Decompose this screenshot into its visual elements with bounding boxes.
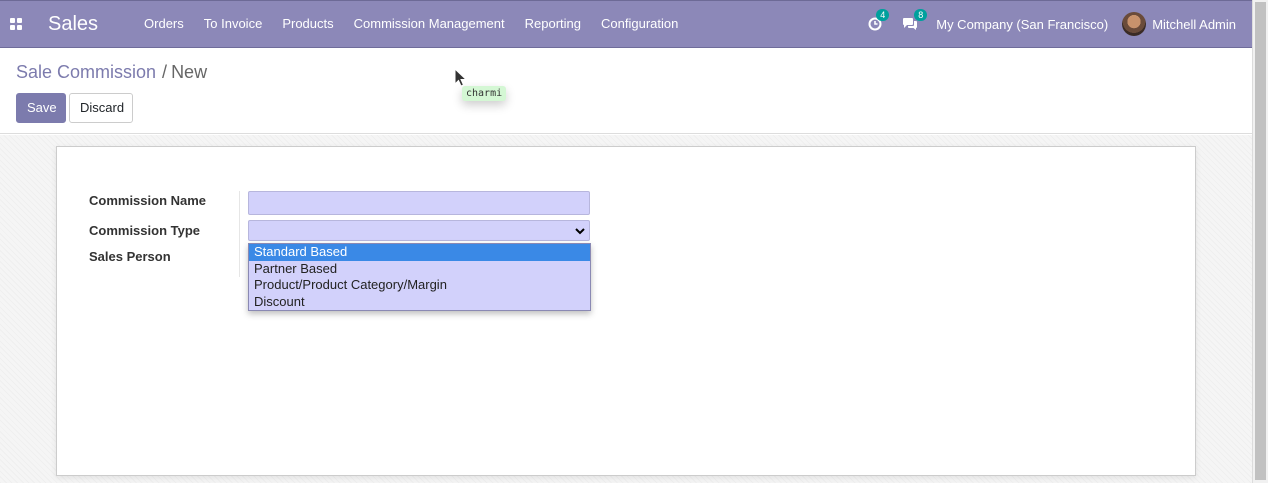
activity-count-badge: 4 [876, 9, 890, 21]
avatar [1122, 12, 1147, 36]
breadcrumb: Sale Commission / New [16, 62, 207, 83]
menu-to-invoice[interactable]: To Invoice [194, 1, 273, 47]
commission-type-dropdown: Standard Based Partner Based Product/Pro… [248, 243, 591, 311]
menu-products[interactable]: Products [272, 1, 343, 47]
breadcrumb-current: New [171, 62, 208, 82]
commission-name-input[interactable] [248, 191, 590, 215]
systray: 4 8 My Company (San Francisco) Mitchell … [858, 1, 1252, 47]
company-switcher[interactable]: My Company (San Francisco) [928, 17, 1122, 32]
page-scrollbar[interactable] [1252, 0, 1268, 483]
user-name: Mitchell Admin [1152, 16, 1236, 32]
commission-type-select[interactable] [248, 220, 590, 241]
cursor-tooltip: charmi [462, 86, 507, 101]
discard-button[interactable]: Discard [69, 93, 133, 123]
main-menu: Orders To Invoice Products Commission Ma… [134, 1, 688, 47]
control-panel: Sale Commission / New Save Discard [0, 48, 1252, 134]
activity-button[interactable]: 4 [858, 1, 892, 47]
menu-configuration[interactable]: Configuration [591, 1, 688, 47]
menu-orders[interactable]: Orders [134, 1, 194, 47]
mouse-cursor-icon [454, 68, 468, 87]
user-menu[interactable]: Mitchell Admin [1122, 12, 1252, 36]
chevron-down-icon [575, 227, 585, 234]
form-sheet: Commission Name Commission Type Sales Pe… [56, 146, 1196, 476]
option-standard-based[interactable]: Standard Based [249, 244, 590, 261]
option-product-category-margin[interactable]: Product/Product Category/Margin [249, 277, 590, 294]
top-navbar: Sales Orders To Invoice Products Commiss… [0, 0, 1252, 48]
option-partner-based[interactable]: Partner Based [249, 261, 590, 278]
form-background: Commission Name Commission Type Sales Pe… [0, 135, 1252, 483]
breadcrumb-separator: / [162, 62, 168, 82]
message-count-badge: 8 [914, 9, 928, 21]
option-discount[interactable]: Discount [249, 294, 590, 311]
sales-person-label: Sales Person [89, 249, 171, 264]
scrollbar-thumb[interactable] [1255, 2, 1266, 480]
messages-button[interactable]: 8 [892, 1, 928, 47]
save-button[interactable]: Save [16, 93, 66, 123]
breadcrumb-parent[interactable]: Sale Commission [16, 62, 156, 82]
app-brand[interactable]: Sales [48, 13, 98, 36]
menu-commission-management[interactable]: Commission Management [344, 1, 515, 47]
commission-type-label: Commission Type [89, 223, 201, 238]
apps-menu-icon[interactable] [0, 1, 32, 47]
commission-name-label: Commission Name [89, 193, 207, 208]
label-divider [239, 191, 240, 277]
menu-reporting[interactable]: Reporting [515, 1, 591, 47]
